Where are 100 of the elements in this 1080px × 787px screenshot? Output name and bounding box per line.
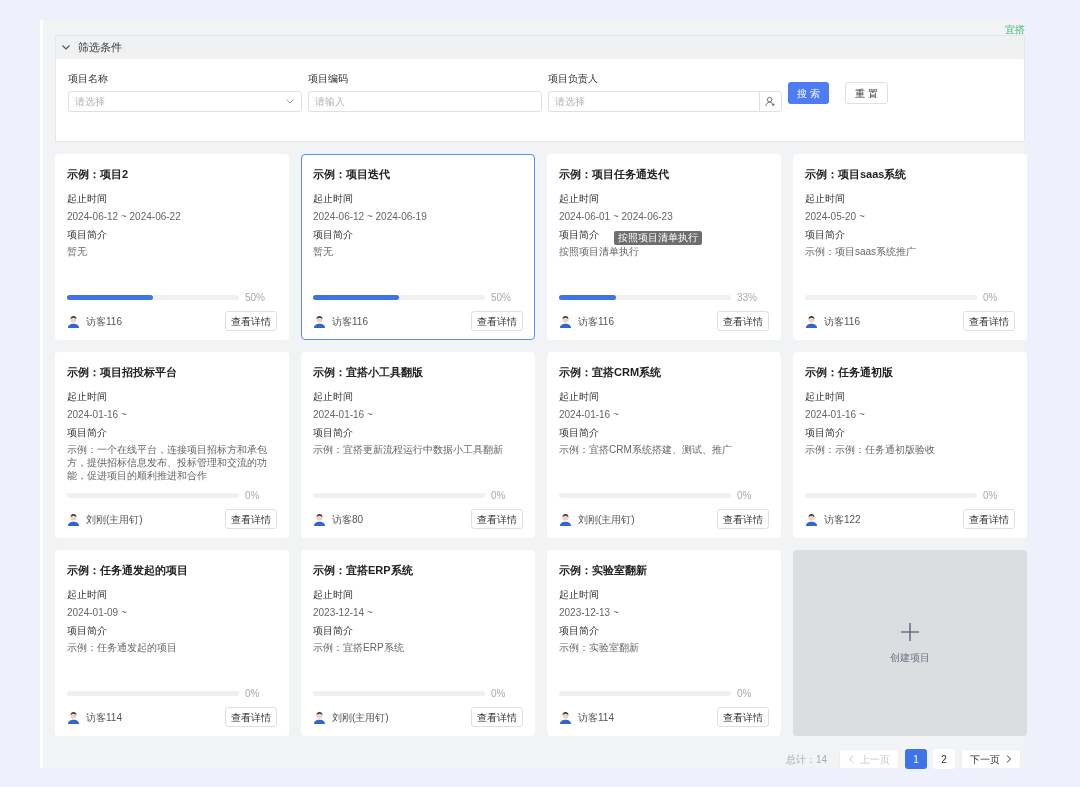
- card-title: 示例：项目招投标平台: [67, 365, 178, 380]
- project-description: 示例：一个在线平台，连接项目招标方和承包方，提供招标信息发布、投标管理和交流的功能，促进项目的顺利推进和合作: [67, 443, 268, 482]
- card-title: 示例：项目任务通迭代: [559, 167, 670, 182]
- field-label: 起止时间: [67, 192, 108, 205]
- owner-name: 访客114: [578, 710, 614, 725]
- avatar-icon: [559, 314, 572, 328]
- plus-icon: [900, 621, 920, 642]
- page-button[interactable]: 2: [933, 749, 955, 769]
- search-button[interactable]: 搜 索: [788, 82, 829, 104]
- filter-title: 筛选条件: [78, 40, 122, 56]
- avatar-icon: [67, 512, 80, 526]
- total-count: 总计：14: [785, 752, 827, 767]
- date-range: 2024-06-12 ~ 2024-06-19: [313, 210, 428, 223]
- avatar-icon: [313, 512, 326, 526]
- details-button[interactable]: 查看详情: [717, 707, 769, 727]
- project-description: 示例：示例：任务通初版验收: [805, 443, 936, 456]
- date-range: 2023-12-13 ~: [559, 606, 620, 619]
- field-label: 起止时间: [313, 192, 354, 205]
- date-range: 2024-01-16 ~: [559, 408, 620, 421]
- project-description: 示例：宜搭CRM系统搭建、测试、推广: [559, 443, 733, 456]
- progress-percent: 0%: [491, 489, 506, 503]
- avatar-icon: [559, 710, 572, 724]
- card-title: 示例：项目saas系统: [805, 167, 908, 182]
- owner-name: 刘刚(主用钉): [332, 710, 389, 725]
- field-label: 起止时间: [805, 390, 846, 403]
- card-title: 示例：宜搭CRM系统: [559, 365, 663, 380]
- details-button[interactable]: 查看详情: [225, 707, 277, 727]
- details-button[interactable]: 查看详情: [225, 509, 277, 529]
- date-range: 2024-01-16 ~: [67, 408, 128, 421]
- progress-percent: 0%: [983, 291, 998, 305]
- project-card[interactable]: 示例：任务通初版 起止时间 2024-01-16 ~ 项目简介 示例：示例：任务通初版验收 0% 访客122 查看详情: [793, 352, 1027, 538]
- project-card[interactable]: 示例：项目任务通迭代 起止时间 2024-06-01 ~ 2024-06-23 项目简介 按照项目清单执行 按照项目清单执行 33% 访客116 查看详情: [547, 154, 781, 340]
- owner-name: 访客122: [824, 512, 861, 527]
- project-card[interactable]: 示例：宜搭CRM系统 起止时间 2024-01-16 ~ 项目简介 示例：宜搭CRM系统搭建、测试、推广 0% 刘刚(主用钉) 查看详情: [547, 352, 781, 538]
- project-description: 示例：宜搭ERP系统: [313, 641, 405, 654]
- field-label: 起止时间: [805, 192, 846, 205]
- progress-percent: 50%: [491, 291, 511, 305]
- progress-percent: 0%: [983, 489, 998, 503]
- progress-percent: 0%: [737, 687, 752, 701]
- details-button[interactable]: 查看详情: [471, 707, 523, 727]
- owner-name: 访客80: [332, 512, 364, 527]
- owner-name: 刘刚(主用钉): [578, 512, 635, 527]
- project-card[interactable]: 示例：项目2 起止时间 2024-06-12 ~ 2024-06-22 项目简介 暂无 50% 访客116 查看详情: [55, 154, 289, 340]
- field-label: 项目名称: [68, 72, 109, 85]
- corner-label: 宜搭: [1005, 23, 1025, 37]
- owner-name: 访客116: [578, 314, 614, 329]
- field-label: 起止时间: [67, 588, 108, 601]
- project-description: 暂无: [67, 245, 88, 258]
- card-title: 示例：任务通初版: [805, 365, 894, 380]
- progress-percent: 33%: [737, 291, 757, 305]
- details-button[interactable]: 查看详情: [471, 509, 523, 529]
- page-button[interactable]: 1: [905, 749, 927, 769]
- next-page-button[interactable]: 下一页: [961, 749, 1021, 769]
- field-label: 项目简介: [559, 624, 599, 637]
- owner-name: 访客116: [332, 314, 368, 329]
- progress-percent: 50%: [245, 291, 265, 305]
- project-card[interactable]: 示例：项目招投标平台 起止时间 2024-01-16 ~ 项目简介 示例：一个在线平台，连接项目招标方和承包方，提供招标信息发布、投标管理和交流的功能，促进项目的顺利推进和合作 0% 刘刚(主用钉) 查看详情: [55, 352, 289, 538]
- field-label: 项目简介: [559, 426, 599, 439]
- field-label: 项目简介: [313, 228, 353, 241]
- field-label: 项目简介: [67, 228, 107, 241]
- reset-button[interactable]: 重 置: [844, 82, 888, 104]
- field-label: 项目简介: [805, 426, 845, 439]
- filter-header[interactable]: 筛选条件: [56, 36, 1024, 59]
- chevron-right-icon: [1006, 755, 1012, 763]
- project-description: 暂无: [313, 245, 334, 258]
- field-label: 项目简介: [313, 426, 353, 439]
- avatar-icon: [313, 710, 326, 724]
- project-card[interactable]: 示例：宜搭小工具翻版 起止时间 2024-01-16 ~ 项目简介 示例：宜搭更新流程运行中数据小工具翻新 0% 访客80 查看详情: [301, 352, 535, 538]
- details-button[interactable]: 查看详情: [717, 311, 769, 331]
- details-button[interactable]: 查看详情: [963, 509, 1015, 529]
- create-project-card[interactable]: 创建项目: [793, 550, 1027, 736]
- project-card[interactable]: 示例：项目saas系统 起止时间 2024-05-20 ~ 项目简介 示例：项目saas系统推广 0% 访客116 查看详情: [793, 154, 1027, 340]
- field-label: 起止时间: [559, 192, 600, 205]
- project-card[interactable]: 示例：任务通发起的项目 起止时间 2024-01-09 ~ 项目简介 示例：任务通发起的项目 0% 访客114 查看详情: [55, 550, 289, 736]
- date-range: 2024-06-12 ~ 2024-06-22: [67, 210, 182, 223]
- details-button[interactable]: 查看详情: [225, 311, 277, 331]
- project-card[interactable]: 示例：实验室翻新 起止时间 2023-12-13 ~ 项目简介 示例：实验室翻新 0% 访客114 查看详情: [547, 550, 781, 736]
- field-label: 项目简介: [67, 624, 107, 637]
- project-card[interactable]: 示例：宜搭ERP系统 起止时间 2023-12-14 ~ 项目简介 示例：宜搭ERP系统 0% 刘刚(主用钉) 查看详情: [301, 550, 535, 736]
- avatar-icon: [67, 710, 80, 724]
- details-button[interactable]: 查看详情: [471, 311, 523, 331]
- field-label: 起止时间: [313, 390, 354, 403]
- project-description: 示例：项目saas系统推广: [805, 245, 918, 258]
- field-label: 项目简介: [805, 228, 845, 241]
- progress-percent: 0%: [245, 687, 260, 701]
- details-button[interactable]: 查看详情: [717, 509, 769, 529]
- project-description: 按照项目清单执行: [559, 245, 640, 258]
- date-range: 2024-01-16 ~: [805, 408, 866, 421]
- card-title: 示例：任务通发起的项目: [67, 563, 189, 578]
- chevron-left-icon: [848, 755, 854, 763]
- card-title: 示例：实验室翻新: [559, 563, 648, 578]
- avatar-icon: [805, 314, 818, 328]
- chevron-icon: [286, 99, 294, 104]
- progress-percent: 0%: [245, 489, 260, 503]
- details-button[interactable]: 查看详情: [963, 311, 1015, 331]
- project-card[interactable]: 示例：项目迭代 起止时间 2024-06-12 ~ 2024-06-19 项目简介 暂无 50% 访客116 查看详情: [301, 154, 535, 340]
- field-label: 项目简介: [559, 228, 599, 241]
- field-label: 起止时间: [67, 390, 108, 403]
- field-label: 起止时间: [313, 588, 354, 601]
- create-label: 创建项目: [890, 650, 930, 665]
